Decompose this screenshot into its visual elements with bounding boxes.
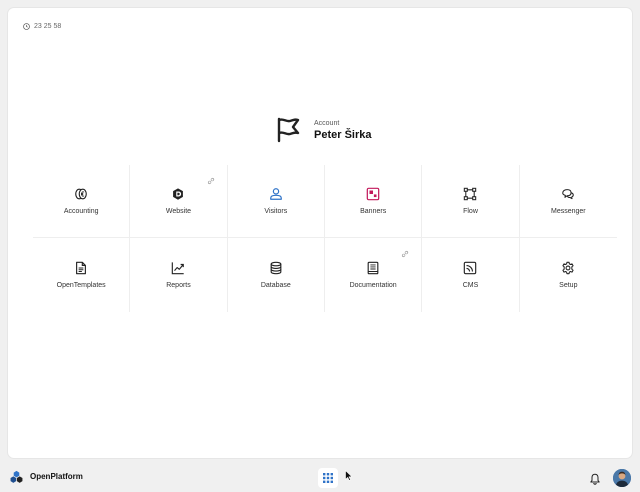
- reports-icon: [172, 262, 185, 275]
- banners-icon: [366, 187, 380, 201]
- external-link-icon: [401, 250, 409, 258]
- app-label: Documentation: [349, 282, 397, 289]
- app-label: Database: [260, 282, 291, 289]
- app-visitors[interactable]: Visitors: [227, 165, 325, 238]
- app-accounting[interactable]: Accounting: [33, 165, 131, 238]
- app-label: Website: [165, 208, 192, 215]
- flow-icon: [464, 187, 477, 201]
- database-icon: [270, 261, 282, 275]
- app-label: OpenTemplates: [56, 282, 106, 289]
- app-website[interactable]: Website: [130, 165, 228, 238]
- account-header[interactable]: Account Peter Širka: [274, 116, 371, 144]
- user-avatar[interactable]: [613, 469, 631, 487]
- messenger-icon: [562, 189, 575, 200]
- mouse-cursor: [345, 470, 353, 481]
- clock: 23 25 58: [23, 23, 61, 30]
- desktop-window: 23 25 58 Account Peter Širka Accounting: [8, 8, 632, 458]
- account-caption: Account: [314, 119, 340, 127]
- brand-name: OpenPlatform: [30, 472, 83, 481]
- accounting-icon: [75, 188, 87, 200]
- website-icon: [173, 188, 184, 200]
- app-label: Flow: [463, 208, 478, 215]
- app-messenger[interactable]: Messenger: [519, 165, 617, 238]
- flag-icon: [274, 116, 302, 144]
- account-text: Account Peter Širka: [314, 119, 371, 142]
- templates-icon: [76, 261, 87, 275]
- app-documentation[interactable]: Documentation: [325, 238, 423, 312]
- app-database[interactable]: Database: [228, 238, 325, 312]
- app-cms[interactable]: CMS: [422, 238, 520, 312]
- app-label: Setup: [559, 282, 578, 289]
- clock-icon: [23, 23, 30, 30]
- app-opentemplates[interactable]: OpenTemplates: [33, 238, 131, 312]
- bell-icon[interactable]: [589, 473, 601, 485]
- taskbar: OpenPlatform: [0, 462, 640, 492]
- brand[interactable]: OpenPlatform: [10, 470, 83, 483]
- app-label: Accounting: [63, 208, 99, 215]
- visitors-icon: [269, 188, 282, 200]
- grid-icon: [323, 473, 333, 483]
- app-banners[interactable]: Banners: [325, 165, 423, 238]
- app-launcher-button[interactable]: [318, 468, 338, 488]
- app-reports[interactable]: Reports: [130, 238, 228, 312]
- app-label: Visitors: [264, 208, 288, 215]
- app-label: Banners: [360, 208, 387, 215]
- app-label: Reports: [166, 282, 191, 289]
- app-label: CMS: [462, 282, 479, 289]
- cms-icon: [464, 261, 477, 275]
- clock-time: 23 25 58: [34, 23, 62, 30]
- account-name: Peter Širka: [314, 128, 372, 141]
- external-link-icon: [207, 177, 215, 185]
- openplatform-logo: [10, 470, 23, 483]
- documentation-icon: [367, 261, 379, 275]
- app-setup[interactable]: Setup: [520, 238, 617, 312]
- app-grid: Accounting Website Visitors Banners Flow…: [33, 165, 617, 312]
- app-label: Messenger: [551, 208, 586, 215]
- app-flow[interactable]: Flow: [422, 165, 520, 238]
- gear-icon: [562, 261, 574, 275]
